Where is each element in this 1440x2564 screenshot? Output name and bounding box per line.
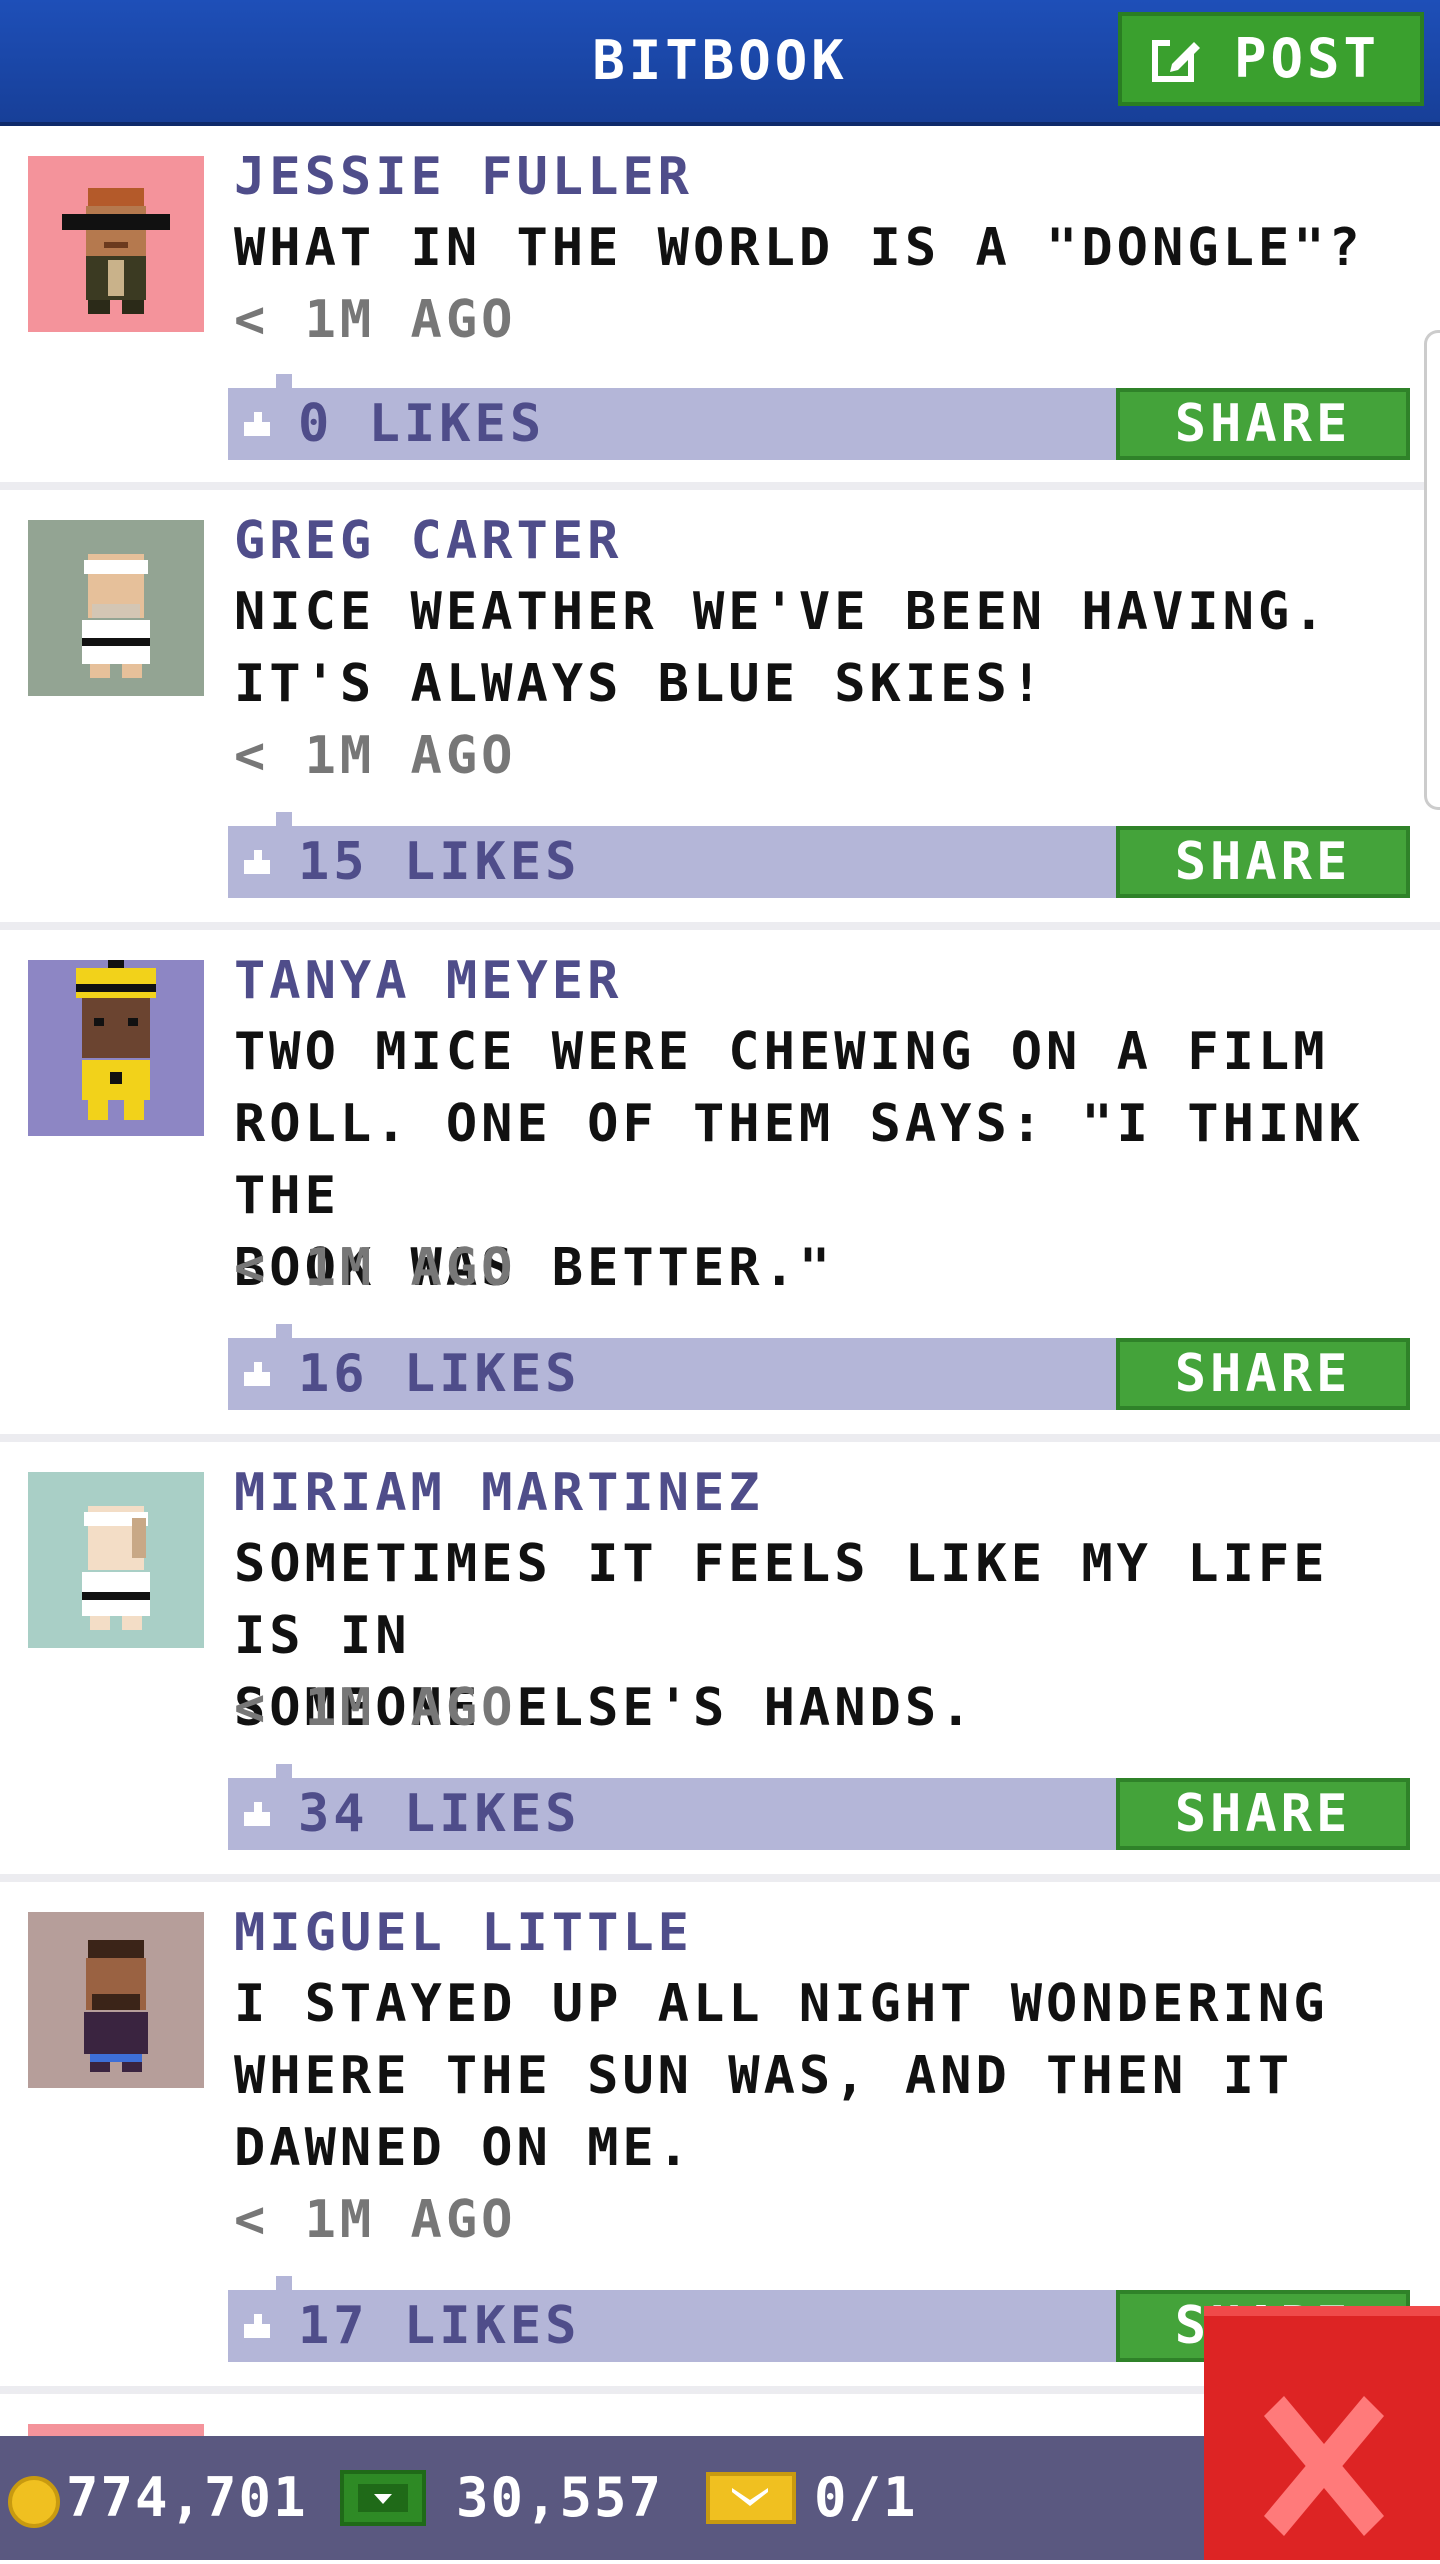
next-post-partial: [28, 2424, 204, 2436]
post-time: < 1M AGO: [234, 726, 517, 786]
bux-value: 30,557: [456, 2466, 664, 2529]
post-card: MIRIAM MARTINEZ SOMETIMES IT FEELS LIKE …: [0, 1442, 1440, 1882]
edit-icon: [1152, 37, 1200, 82]
post-card: TANYA MEYER TWO MICE WERE CHEWING ON A F…: [0, 930, 1440, 1442]
close-icon: [1264, 2396, 1384, 2536]
avatar[interactable]: [28, 1472, 204, 1648]
coin-icon: [8, 2476, 60, 2528]
like-bar: 16 LIKES SHARE: [228, 1324, 1410, 1410]
post-time: < 1M AGO: [234, 1238, 517, 1298]
post-button[interactable]: POST: [1118, 12, 1424, 106]
post-time: < 1M AGO: [234, 290, 517, 350]
close-button[interactable]: [1204, 2306, 1440, 2560]
post-button-label: POST: [1234, 27, 1381, 90]
post-author[interactable]: GREG CARTER: [234, 504, 622, 578]
like-bar: 15 LIKES SHARE: [228, 812, 1410, 898]
post-author[interactable]: JESSIE FULLER: [234, 140, 693, 214]
thumbs-up-icon[interactable]: [242, 2312, 272, 2340]
post-time: < 1M AGO: [234, 1678, 517, 1738]
post-author[interactable]: MIRIAM MARTINEZ: [234, 1456, 764, 1530]
likes-count: 0 LIKES: [298, 394, 546, 454]
scrollbar[interactable]: [1424, 330, 1440, 810]
likes-count: 15 LIKES: [298, 832, 581, 892]
thumbs-up-icon[interactable]: [242, 1800, 272, 1828]
share-button[interactable]: SHARE: [1116, 388, 1410, 460]
post-author[interactable]: TANYA MEYER: [234, 944, 622, 1018]
post-time: < 1M AGO: [234, 2190, 517, 2250]
coins-value: 774,701: [66, 2466, 308, 2529]
tickets-value: 0/1: [814, 2466, 918, 2529]
avatar[interactable]: [28, 1912, 204, 2088]
share-button[interactable]: SHARE: [1116, 1338, 1410, 1410]
like-bar: 34 LIKES SHARE: [228, 1764, 1410, 1850]
share-button[interactable]: SHARE: [1116, 826, 1410, 898]
ticket-icon: [706, 2472, 796, 2524]
post-text: NICE WEATHER WE'VE BEEN HAVING. IT'S ALW…: [234, 582, 1329, 714]
bux-icon: [340, 2470, 426, 2526]
post-card: GREG CARTER NICE WEATHER WE'VE BEEN HAVI…: [0, 490, 1440, 930]
thumbs-up-icon[interactable]: [242, 848, 272, 876]
post-card: JESSIE FULLER WHAT IN THE WORLD IS A "DO…: [0, 126, 1440, 490]
post-text: WHAT IN THE WORLD IS A "DONGLE"?: [234, 218, 1364, 278]
feed[interactable]: JESSIE FULLER WHAT IN THE WORLD IS A "DO…: [0, 126, 1440, 2436]
likes-count: 16 LIKES: [298, 1344, 581, 1404]
thumbs-up-icon[interactable]: [242, 410, 272, 438]
app-header: BITBOOK POST: [0, 0, 1440, 126]
likes-count: 17 LIKES: [298, 2296, 581, 2356]
post-text: I STAYED UP ALL NIGHT WONDERING WHERE TH…: [234, 1974, 1329, 2178]
like-bar: 0 LIKES SHARE: [228, 374, 1410, 460]
likes-count: 34 LIKES: [298, 1784, 581, 1844]
share-button[interactable]: SHARE: [1116, 1778, 1410, 1850]
post-author[interactable]: MIGUEL LITTLE: [234, 1896, 693, 1970]
avatar[interactable]: [28, 156, 204, 332]
avatar[interactable]: [28, 520, 204, 696]
avatar[interactable]: [28, 954, 204, 1136]
thumbs-up-icon[interactable]: [242, 1360, 272, 1388]
